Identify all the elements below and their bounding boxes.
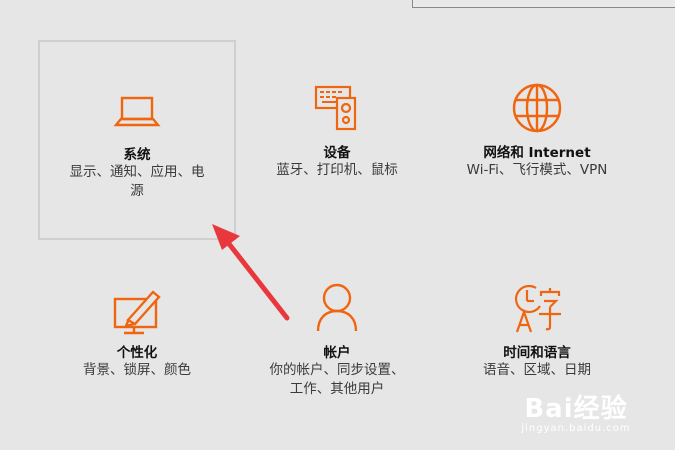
top-panel-edge <box>412 0 675 8</box>
watermark-logo: Bai经验 <box>524 394 628 424</box>
tile-network-title: 网络和 Internet <box>483 145 591 161</box>
tile-system[interactable]: 系统 显示、通知、应用、电 源 <box>38 40 236 240</box>
tile-system-desc: 显示、通知、应用、电 源 <box>69 164 205 199</box>
time-language-icon <box>507 280 567 336</box>
globe-icon <box>507 80 567 136</box>
tile-accounts-title: 帐户 <box>323 345 351 361</box>
devices-icon <box>307 82 367 138</box>
watermark-url: jingyan.baidu.com <box>521 423 631 434</box>
tile-network[interactable]: 网络和 Internet Wi-Fi、飞行模式、VPN <box>438 40 636 240</box>
tile-personalization-desc: 背景、锁屏、颜色 <box>83 362 191 378</box>
tile-devices[interactable]: 设备 蓝牙、打印机、鼠标 <box>238 40 436 240</box>
tile-accounts[interactable]: 帐户 你的帐户、同步设置、 工作、其他用户 <box>238 240 436 440</box>
tile-time-language-title: 时间和语言 <box>503 345 571 361</box>
tile-time-language-desc: 语音、区域、日期 <box>483 362 591 378</box>
tile-devices-desc: 蓝牙、打印机、鼠标 <box>276 162 398 178</box>
person-icon <box>307 280 367 336</box>
tile-personalization-title: 个性化 <box>116 345 158 361</box>
tile-accounts-desc: 你的帐户、同步设置、 工作、其他用户 <box>269 362 405 397</box>
tile-devices-title: 设备 <box>323 145 351 161</box>
baidu-jingyan-watermark: Bai经验 jingyan.baidu.com <box>511 388 641 438</box>
personalization-icon <box>107 284 167 340</box>
tile-network-desc: Wi-Fi、飞行模式、VPN <box>466 162 608 178</box>
laptop-icon <box>107 88 167 144</box>
tile-personalization[interactable]: 个性化 背景、锁屏、颜色 <box>38 240 236 440</box>
tile-system-title: 系统 <box>123 147 151 163</box>
